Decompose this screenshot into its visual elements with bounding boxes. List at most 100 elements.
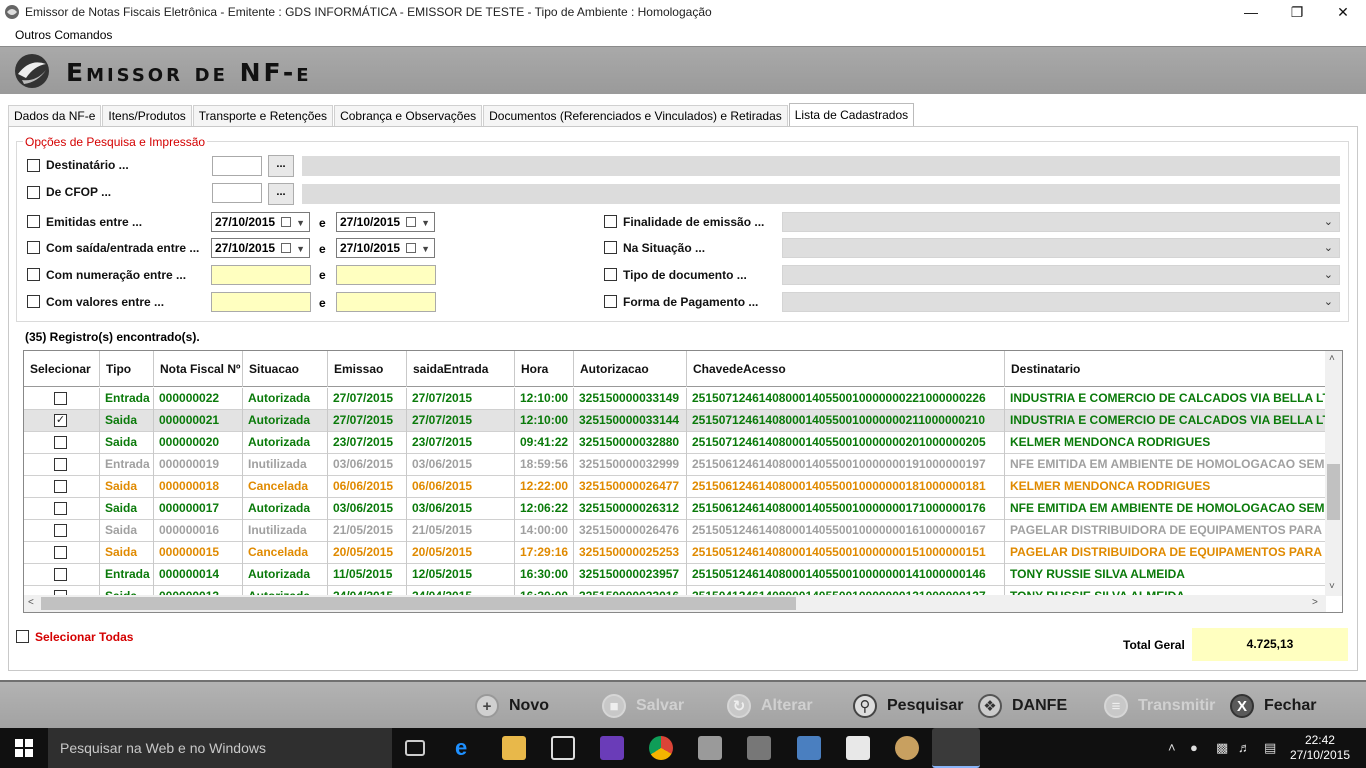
chevron-up-icon[interactable]: ˄ <box>1168 740 1176 755</box>
row-select-checkbox[interactable]: ✓ <box>54 414 67 427</box>
row-select-checkbox[interactable] <box>54 392 67 405</box>
finalidade-checkbox[interactable] <box>604 215 617 228</box>
start-button[interactable] <box>0 728 48 768</box>
vertical-scroll-thumb[interactable] <box>1327 464 1340 520</box>
scroll-left-icon[interactable]: ˂ <box>28 597 34 608</box>
cfop-code-input[interactable] <box>212 183 262 203</box>
numeracao-from-input[interactable] <box>211 265 311 285</box>
header-col-emissao[interactable]: Emissao <box>328 351 407 387</box>
header-col-tipo[interactable]: Tipo <box>100 351 154 387</box>
saida-to-date[interactable]: 27/10/2015 ▼ <box>336 238 435 258</box>
alterar-button[interactable]: ↻ Alterar <box>727 694 813 718</box>
paint-icon[interactable] <box>895 736 919 760</box>
document-icon[interactable] <box>846 736 870 760</box>
cfop-checkbox[interactable] <box>27 186 40 199</box>
saida-entrada-checkbox[interactable] <box>27 241 40 254</box>
close-icon[interactable]: ✕ <box>1320 0 1366 24</box>
tab-lista-cadastrados[interactable]: Lista de Cadastrados <box>788 103 915 126</box>
novo-button[interactable]: + Novo <box>475 694 549 718</box>
table-row[interactable]: Saida 000000016 Inutilizada 21/05/2015 21/05… <box>24 520 1342 542</box>
row-select-checkbox[interactable] <box>54 502 67 515</box>
forma-pagamento-checkbox[interactable] <box>604 295 617 308</box>
row-select-checkbox[interactable] <box>54 480 67 493</box>
menu-outros-comandos[interactable]: Outros Comandos <box>15 28 112 42</box>
table-row[interactable]: Saida 000000015 Cancelada 20/05/2015 20/05/2… <box>24 542 1342 564</box>
table-row[interactable]: Saida 000000017 Autorizada 03/06/2015 03/06/… <box>24 498 1342 520</box>
row-select-checkbox[interactable] <box>54 546 67 559</box>
tools-icon[interactable] <box>698 736 722 760</box>
calculator-icon[interactable] <box>747 736 771 760</box>
edge-icon[interactable]: e <box>455 736 479 760</box>
file-explorer-icon[interactable] <box>502 736 526 760</box>
cfop-lookup-button[interactable]: ... <box>268 183 294 205</box>
network-icon[interactable]: ▩ <box>1216 740 1228 756</box>
destinatario-code-input[interactable] <box>212 156 262 176</box>
header-col-selecionar[interactable]: Selecionar <box>24 351 100 387</box>
table-row[interactable]: Saida 000000018 Cancelada 06/06/2015 06/06/2… <box>24 476 1326 498</box>
header-col-autorizacao[interactable]: Autorizacao <box>574 351 687 387</box>
danfe-button[interactable]: ❖ DANFE <box>978 694 1067 718</box>
tipo-documento-checkbox[interactable] <box>604 268 617 281</box>
scroll-up-icon[interactable]: ˄ <box>1329 353 1335 364</box>
valores-to-input[interactable] <box>336 292 436 312</box>
salvar-button[interactable]: ■ Salvar <box>602 694 684 718</box>
row-select-checkbox[interactable] <box>54 524 67 537</box>
numeracao-checkbox[interactable] <box>27 268 40 281</box>
transmitir-button[interactable]: ≡ Transmitir <box>1104 694 1215 718</box>
header-col-hora[interactable]: Hora <box>515 351 574 387</box>
row-select-checkbox[interactable] <box>54 436 67 449</box>
header-col-destinatario[interactable]: Destinatario <box>1005 351 1342 387</box>
vertical-scrollbar[interactable]: ˄ ˅ <box>1325 351 1342 596</box>
minimize-icon[interactable]: — <box>1228 0 1274 24</box>
destinatario-checkbox[interactable] <box>27 159 40 172</box>
task-view-icon[interactable] <box>405 740 425 756</box>
remote-desktop-icon[interactable] <box>797 736 821 760</box>
header-col-nota[interactable]: Nota Fiscal Nº <box>154 351 243 387</box>
pesquisar-button[interactable]: ⚲ Pesquisar <box>853 694 963 718</box>
tab-transporte[interactable]: Transporte e Retenções <box>192 105 334 126</box>
scroll-down-icon[interactable]: ˅ <box>1329 581 1335 592</box>
select-all-checkbox[interactable] <box>16 630 29 643</box>
table-row[interactable]: Entrada 000000019 Inutilizada 03/06/2015 03/… <box>24 454 1342 476</box>
tab-itens-produtos[interactable]: Itens/Produtos <box>102 105 192 126</box>
volume-icon[interactable]: ♬ <box>1238 740 1251 755</box>
situacao-checkbox[interactable] <box>604 241 617 254</box>
table-row[interactable]: ✓ Saida 000000021 Autorizada 27/07/2015 27/07… <box>24 410 1342 432</box>
tab-cobranca[interactable]: Cobrança e Observações <box>334 105 483 126</box>
row-select-checkbox[interactable] <box>54 568 67 581</box>
numeracao-to-input[interactable] <box>336 265 436 285</box>
saida-from-date[interactable]: 27/10/2015 ▼ <box>211 238 310 258</box>
tab-documentos[interactable]: Documentos (Referenciados e Vinculados) … <box>483 105 788 126</box>
nfe-app-taskbar-icon[interactable] <box>932 728 980 768</box>
forma-pagamento-select[interactable]: ⌄ <box>782 292 1340 312</box>
situacao-select[interactable]: ⌄ <box>782 238 1340 258</box>
emitidas-checkbox[interactable] <box>27 215 40 228</box>
fechar-button[interactable]: X Fechar <box>1230 694 1316 718</box>
tab-dados-nfe[interactable]: Dados da NF-e <box>8 105 102 126</box>
valores-checkbox[interactable] <box>27 295 40 308</box>
destinatario-lookup-button[interactable]: ... <box>268 155 294 177</box>
people-icon[interactable]: ● <box>1190 740 1198 755</box>
emitidas-to-date[interactable]: 27/10/2015 ▼ <box>336 212 435 232</box>
taskbar-search[interactable]: Pesquisar na Web e no Windows <box>48 728 392 768</box>
taskbar-clock[interactable]: 22:42 27/10/2015 <box>1290 733 1350 763</box>
valores-from-input[interactable] <box>211 292 311 312</box>
store-icon[interactable] <box>551 736 575 760</box>
finalidade-select[interactable]: ⌄ <box>782 212 1340 232</box>
emitidas-from-date[interactable]: 27/10/2015 ▼ <box>211 212 310 232</box>
horizontal-scrollbar[interactable]: ˂ ˃ <box>24 595 1326 612</box>
notifications-icon[interactable]: ▤ <box>1264 740 1276 756</box>
maximize-icon[interactable]: ❐ <box>1274 0 1320 24</box>
visual-studio-icon[interactable] <box>600 736 624 760</box>
header-col-situacao[interactable]: Situacao <box>243 351 328 387</box>
table-row[interactable]: Entrada 000000014 Autorizada 11/05/2015 12/0… <box>24 564 1326 586</box>
header-col-chave[interactable]: ChavedeAcesso <box>687 351 1005 387</box>
header-col-saida-entrada[interactable]: saidaEntrada <box>407 351 515 387</box>
tipo-documento-select[interactable]: ⌄ <box>782 265 1340 285</box>
horizontal-scroll-thumb[interactable] <box>41 597 796 610</box>
row-select-checkbox[interactable] <box>54 458 67 471</box>
chrome-icon[interactable] <box>649 736 673 760</box>
scroll-right-icon[interactable]: ˃ <box>1312 597 1318 608</box>
select-all-label[interactable]: Selecionar Todas <box>35 630 133 644</box>
table-row[interactable]: Saida 000000020 Autorizada 23/07/2015 23/07/… <box>24 432 1326 454</box>
